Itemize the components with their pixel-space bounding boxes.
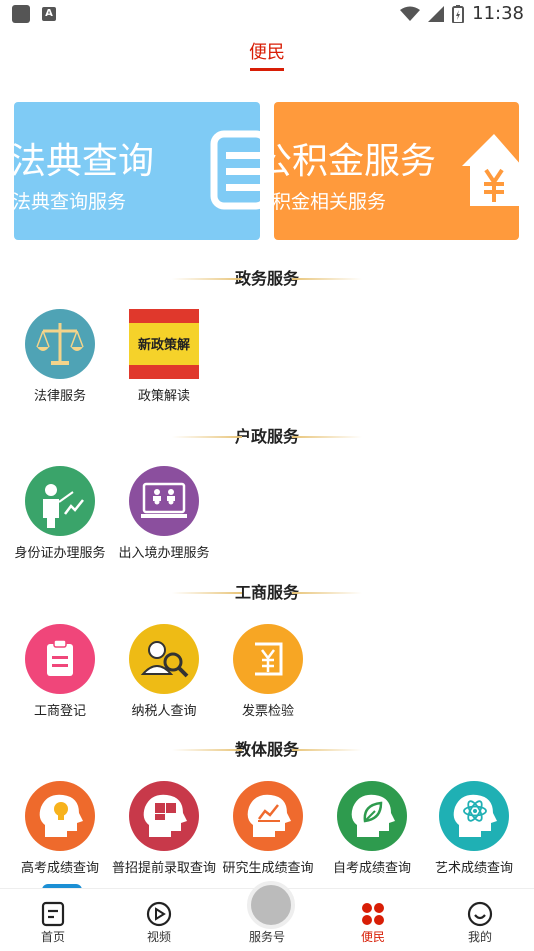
service-item-legal[interactable]: 法律服务 [8, 309, 112, 409]
title-underline [250, 68, 284, 71]
wifi-icon [400, 6, 421, 21]
service-label: 发票检验 [241, 704, 294, 719]
presenter-icon [25, 466, 95, 536]
tab-label: 视频 [146, 930, 171, 944]
service-label: 研究生成绩查询 [222, 861, 314, 876]
service-item-invoice-check[interactable]: 发票检验 [216, 624, 320, 724]
banner-title: 法典查询 [14, 141, 155, 182]
smile-icon [467, 901, 493, 927]
tab-label: 首页 [40, 930, 65, 944]
tab-home[interactable]: 首页 [0, 889, 106, 951]
yen-receipt-icon [233, 624, 303, 694]
notification-app-icon [12, 5, 30, 23]
cellular-signal-icon [428, 5, 445, 22]
head-leaf-icon [337, 781, 407, 851]
service-label: 自考成绩查询 [332, 861, 411, 876]
bottom-tab-bar: 首页 视频 服务号 便民 我的 [0, 881, 534, 951]
tab-convenience[interactable]: 便民 [320, 889, 426, 951]
section-title-household: 户政服务 [0, 425, 534, 449]
service-item-id-card[interactable]: 身份证办理服务 [8, 466, 112, 566]
service-item-policy[interactable]: 新政策解 政策解读 [112, 309, 216, 409]
service-item-self-study[interactable]: 自考成绩查询 [320, 781, 424, 881]
grid-dots-icon [362, 903, 384, 925]
service-item-art-exam[interactable]: 艺术成绩查询 [422, 781, 526, 881]
tab-service-account[interactable]: 服务号 [214, 881, 321, 951]
head-atom-icon [439, 781, 509, 851]
person-search-icon [129, 624, 199, 694]
battery-icon [452, 4, 465, 23]
service-icon [247, 881, 321, 929]
page-title: 便民 [249, 42, 285, 63]
service-label: 身份证办理服务 [14, 546, 106, 561]
tab-label: 服务号 [248, 930, 285, 944]
service-label: 法律服务 [33, 389, 86, 404]
service-item-postgraduate[interactable]: 研究生成绩查询 [216, 781, 320, 881]
service-label: 艺术成绩查询 [434, 861, 513, 876]
status-bar: A 11:38 [0, 0, 534, 28]
service-item-taxpayer-query[interactable]: 纳税人查询 [112, 624, 216, 724]
head-chart-icon [233, 781, 303, 851]
service-item-exit-entry[interactable]: 出入境办理服务 [112, 466, 216, 566]
section-title-business: 工商服务 [0, 581, 534, 605]
video-meeting-icon [129, 466, 199, 536]
clock: 11:38 [472, 3, 524, 24]
play-icon [146, 901, 172, 927]
tab-video[interactable]: 视频 [106, 889, 212, 951]
head-bulb-icon [25, 781, 95, 851]
service-label: 高考成绩查询 [20, 861, 99, 876]
banner-title: 公积金服务 [274, 141, 437, 182]
tab-label: 便民 [360, 930, 385, 944]
service-label: 普招提前录取查询 [112, 861, 216, 876]
document-list-icon [210, 130, 260, 210]
clipboard-icon [25, 624, 95, 694]
service-label: 纳税人查询 [131, 704, 197, 719]
service-item-business-registration[interactable]: 工商登记 [8, 624, 112, 724]
tab-mine[interactable]: 我的 [427, 889, 533, 951]
scales-icon [25, 309, 95, 379]
policy-banner-icon: 新政策解 [129, 309, 199, 379]
home-doc-icon [41, 901, 65, 927]
header: 便民 [0, 38, 534, 74]
house-yen-icon [462, 134, 519, 206]
banner-subtitle: 法典查询服务 [14, 191, 127, 213]
service-item-early-admission[interactable]: 普招提前录取查询 [112, 781, 216, 881]
banner-housing-fund[interactable]: 公积金服务 积金相关服务 [274, 102, 519, 240]
section-title-government: 政务服务 [0, 267, 534, 291]
section-title-education: 教体服务 [0, 738, 534, 762]
service-label: 出入境办理服务 [118, 546, 210, 561]
banner-subtitle: 积金相关服务 [274, 191, 387, 213]
service-label: 工商登记 [33, 704, 86, 719]
service-item-gaokao[interactable]: 高考成绩查询 [8, 781, 112, 881]
head-puzzle-icon [129, 781, 199, 851]
banner-law-lookup[interactable]: 法典查询 法典查询服务 [14, 102, 260, 240]
text-app-icon: A [42, 7, 56, 21]
tab-label: 我的 [467, 930, 492, 944]
service-label: 政策解读 [137, 389, 190, 404]
